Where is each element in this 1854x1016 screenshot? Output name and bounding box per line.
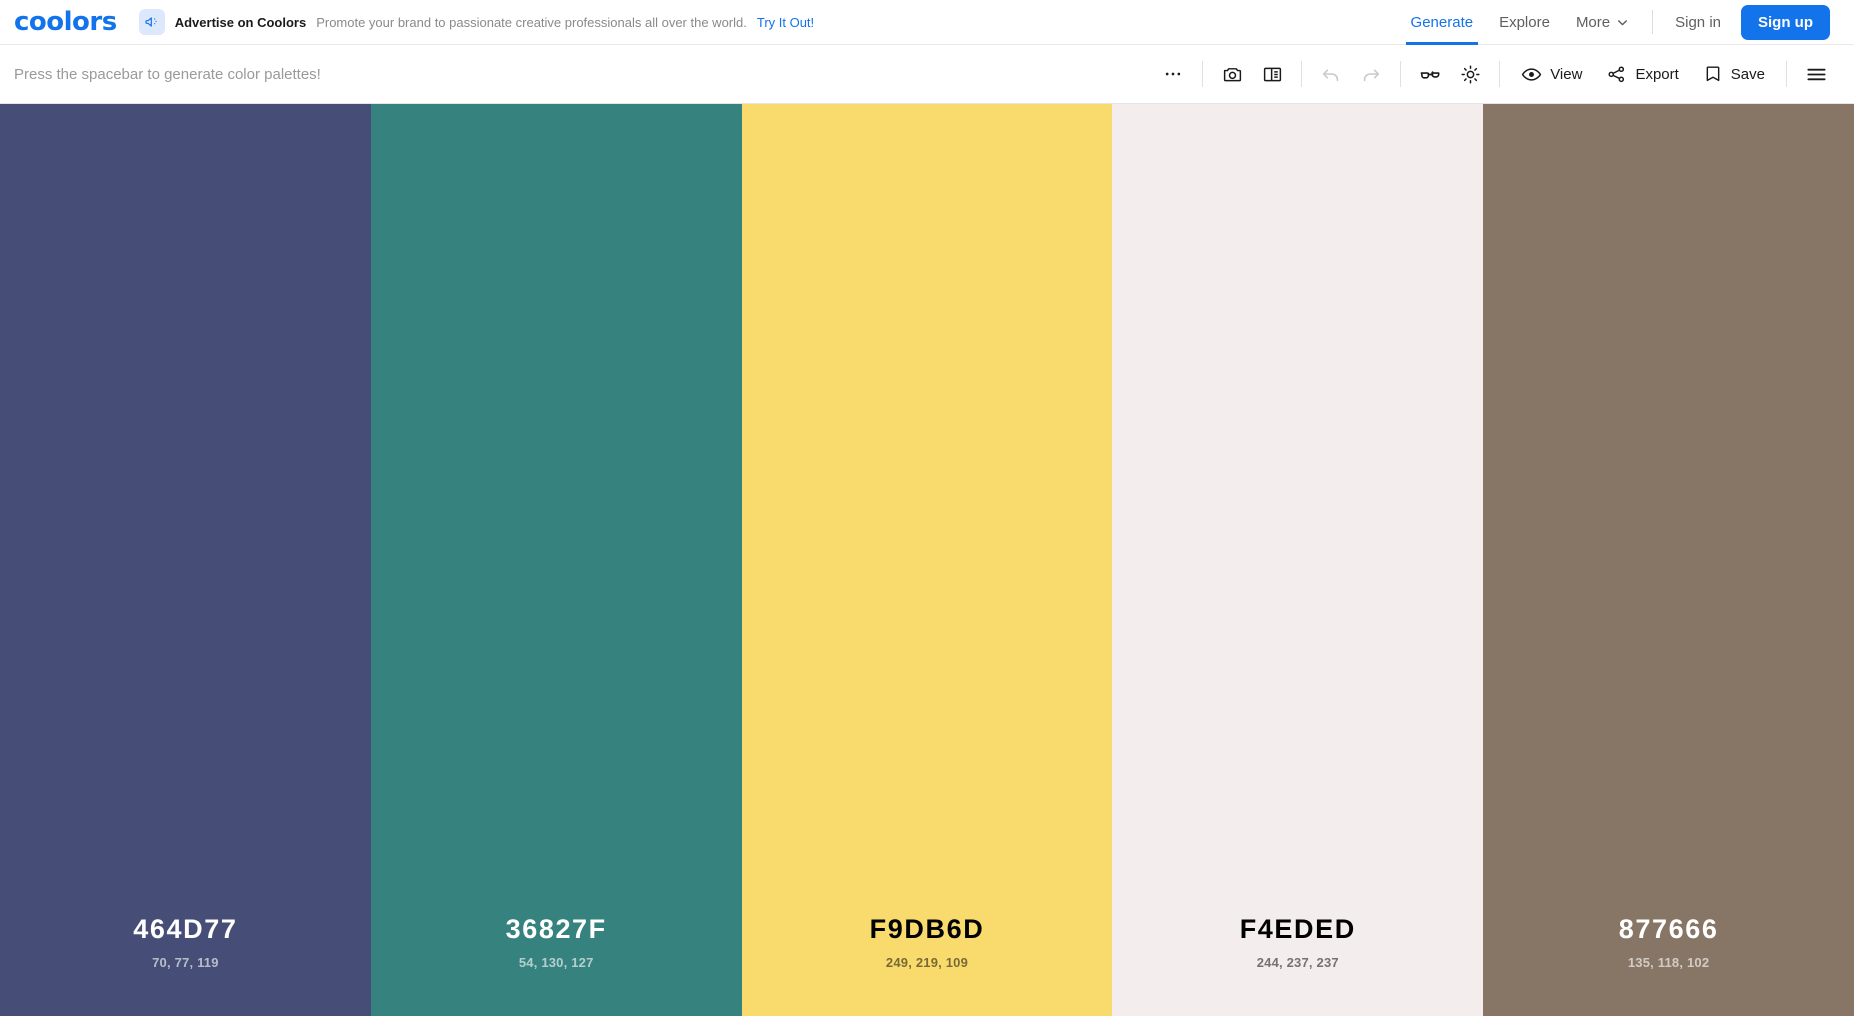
swatch-rgb-value: 244, 237, 237: [1256, 955, 1339, 970]
glasses-icon[interactable]: [1410, 54, 1450, 94]
advertise-cta-link[interactable]: Try It Out!: [757, 15, 814, 30]
view-button[interactable]: View: [1509, 56, 1594, 93]
toolbar-separator: [1301, 61, 1303, 87]
megaphone-icon: [138, 9, 165, 35]
color-swatch[interactable]: 36827F 54, 130, 127: [370, 104, 742, 1016]
export-button[interactable]: Export: [1594, 56, 1690, 93]
brightness-icon[interactable]: [1450, 54, 1490, 94]
swatch-hex-value: 464D77: [133, 913, 238, 944]
nav-divider: [1652, 10, 1654, 34]
toolbar-separator: [1786, 61, 1787, 87]
nav-label-explore: Explore: [1499, 13, 1550, 31]
advertise-banner[interactable]: Advertise on Coolors Promote your brand …: [138, 9, 1398, 35]
swatch-hex-value: F4EDED: [1239, 913, 1356, 944]
nav-item-more[interactable]: More: [1563, 0, 1642, 44]
sign-up-button[interactable]: Sign up: [1741, 4, 1830, 40]
sign-in-link[interactable]: Sign in: [1663, 14, 1733, 31]
color-swatch[interactable]: 877666 135, 118, 102: [1483, 104, 1854, 1016]
color-swatch[interactable]: F9DB6D 249, 219, 109: [741, 104, 1113, 1016]
swatch-hex-value: F9DB6D: [869, 913, 985, 944]
hamburger-menu-icon[interactable]: [1796, 54, 1836, 94]
share-icon: [1606, 64, 1627, 85]
export-label: Export: [1635, 65, 1679, 83]
top-header: coolors Advertise on Coolors Promote you…: [0, 0, 1854, 45]
swatch-rgb-value: 135, 118, 102: [1627, 955, 1710, 970]
bookmark-icon: [1703, 64, 1723, 84]
eye-icon: [1521, 64, 1542, 85]
more-options-icon[interactable]: [1153, 54, 1193, 94]
swatch-hex-value: 877666: [1618, 913, 1719, 944]
view-label: View: [1550, 65, 1583, 83]
nav-label-more: More: [1575, 13, 1611, 31]
nav-label-generate: Generate: [1410, 13, 1474, 31]
toolbar-separator: [1202, 61, 1204, 87]
chevron-down-icon: [1616, 16, 1629, 29]
main-navigation: Generate Explore More Sign in Sign up: [1398, 0, 1830, 45]
save-button[interactable]: Save: [1691, 56, 1777, 92]
toolbar-actions: View Export Save: [1153, 54, 1836, 94]
toolbar-separator: [1400, 61, 1402, 87]
save-label: Save: [1730, 65, 1765, 83]
advertise-text: Promote your brand to passionate creativ…: [316, 14, 747, 30]
palette-toolbar: Press the spacebar to generate color pal…: [0, 45, 1854, 104]
layout-panel-icon[interactable]: [1252, 54, 1292, 94]
nav-item-generate[interactable]: Generate: [1398, 0, 1487, 45]
toolbar-separator: [1499, 61, 1501, 87]
swatch-rgb-value: 70, 77, 119: [152, 955, 219, 970]
swatch-rgb-value: 249, 219, 109: [885, 955, 969, 970]
nav-item-explore[interactable]: Explore: [1486, 0, 1563, 44]
camera-icon[interactable]: [1212, 54, 1252, 94]
color-palette: 464D77 70, 77, 119 36827F 54, 130, 127 F…: [0, 104, 1854, 1016]
color-swatch[interactable]: 464D77 70, 77, 119: [0, 104, 371, 1016]
redo-icon[interactable]: [1351, 54, 1391, 94]
swatch-hex-value: 36827F: [505, 913, 607, 944]
color-swatch[interactable]: F4EDED 244, 237, 237: [1112, 104, 1484, 1016]
undo-icon[interactable]: [1311, 54, 1351, 94]
spacebar-hint: Press the spacebar to generate color pal…: [14, 65, 321, 83]
advertise-title: Advertise on Coolors: [174, 14, 307, 30]
swatch-rgb-value: 54, 130, 127: [518, 955, 594, 970]
coolors-logo[interactable]: coolors: [14, 9, 117, 35]
